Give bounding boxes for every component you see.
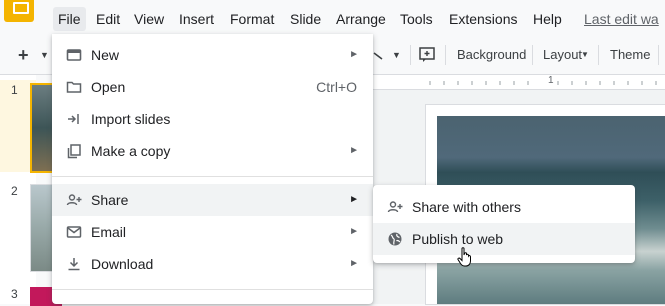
toolbar-divider <box>532 45 533 65</box>
email-icon <box>66 224 82 240</box>
comment-icon[interactable] <box>418 43 436 67</box>
new-presentation-icon <box>66 47 82 63</box>
slide-number: 3 <box>11 287 18 301</box>
menu-item-label: Open <box>91 79 126 95</box>
file-menu-share[interactable]: Share ► <box>52 184 373 216</box>
menu-bar: File Edit View Insert Format Slide Arran… <box>0 0 665 36</box>
share-submenu: Share with others Publish to web <box>373 185 635 263</box>
background-button[interactable]: Background <box>457 43 526 67</box>
new-slide-button[interactable]: + <box>18 43 29 67</box>
menu-extensions[interactable]: Extensions <box>444 7 522 31</box>
file-menu-download[interactable]: Download ► <box>52 248 373 280</box>
menu-item-shortcut: Ctrl+O <box>316 79 357 95</box>
menu-item-label: New <box>91 47 120 63</box>
hand-pointer-cursor-icon <box>457 247 473 267</box>
theme-button[interactable]: Theme <box>610 43 650 67</box>
download-icon <box>66 256 82 272</box>
menu-divider <box>52 176 373 177</box>
toolbar-divider <box>410 45 411 65</box>
file-menu-open[interactable]: Open Ctrl+O <box>52 71 373 103</box>
menu-divider <box>52 289 373 290</box>
toolbar-divider <box>658 45 659 65</box>
ruler-mark: 1 <box>548 75 554 86</box>
folder-icon <box>66 79 82 95</box>
toolbar-divider <box>598 45 599 65</box>
layout-dropdown-icon[interactable]: ▼ <box>581 43 589 67</box>
menu-help[interactable]: Help <box>528 7 567 31</box>
import-icon <box>66 111 82 127</box>
submenu-arrow-icon: ► <box>349 258 359 269</box>
slides-logo-icon[interactable] <box>4 0 34 22</box>
file-menu-new[interactable]: New ► <box>52 39 373 71</box>
globe-icon <box>387 231 403 247</box>
menu-arrange[interactable]: Arrange <box>331 7 391 31</box>
horizontal-ruler <box>372 75 665 90</box>
menu-item-label: Share with others <box>412 199 521 215</box>
file-menu-import-slides[interactable]: Import slides <box>52 103 373 135</box>
submenu-arrow-icon: ► <box>349 226 359 237</box>
share-with-others-item[interactable]: Share with others <box>373 191 635 223</box>
menu-edit[interactable]: Edit <box>91 7 125 31</box>
menu-view[interactable]: View <box>129 7 169 31</box>
menu-insert[interactable]: Insert <box>174 7 219 31</box>
menu-format[interactable]: Format <box>225 7 279 31</box>
slide-number: 2 <box>11 184 18 198</box>
copy-icon <box>66 143 82 159</box>
menu-item-label: Import slides <box>91 111 171 127</box>
menu-file[interactable]: File <box>53 7 86 31</box>
submenu-arrow-icon: ► <box>349 49 359 60</box>
menu-item-label: Share <box>91 192 129 208</box>
last-edit-link[interactable]: Last edit wa <box>584 7 659 31</box>
submenu-arrow-icon: ► <box>349 194 359 205</box>
line-dropdown-icon[interactable]: ▼ <box>392 43 401 67</box>
toolbar-divider <box>445 45 446 65</box>
menu-item-label: Make a copy <box>91 143 171 159</box>
file-menu: New ► Open Ctrl+O Import slides Make a c… <box>52 34 373 304</box>
file-menu-email[interactable]: Email ► <box>52 216 373 248</box>
share-person-icon <box>66 192 82 208</box>
menu-item-label: Email <box>91 224 127 240</box>
share-person-icon <box>387 199 403 215</box>
publish-to-web-item[interactable]: Publish to web <box>373 223 635 255</box>
slide-number: 1 <box>11 83 18 97</box>
menu-tools[interactable]: Tools <box>395 7 438 31</box>
submenu-arrow-icon: ► <box>349 145 359 156</box>
new-slide-dropdown-icon[interactable]: ▼ <box>40 43 49 67</box>
layout-button[interactable]: Layout <box>543 43 582 67</box>
line-tool-icon[interactable] <box>372 43 386 67</box>
menu-item-label: Download <box>91 256 154 272</box>
file-menu-make-a-copy[interactable]: Make a copy ► <box>52 135 373 167</box>
menu-slide[interactable]: Slide <box>285 7 326 31</box>
